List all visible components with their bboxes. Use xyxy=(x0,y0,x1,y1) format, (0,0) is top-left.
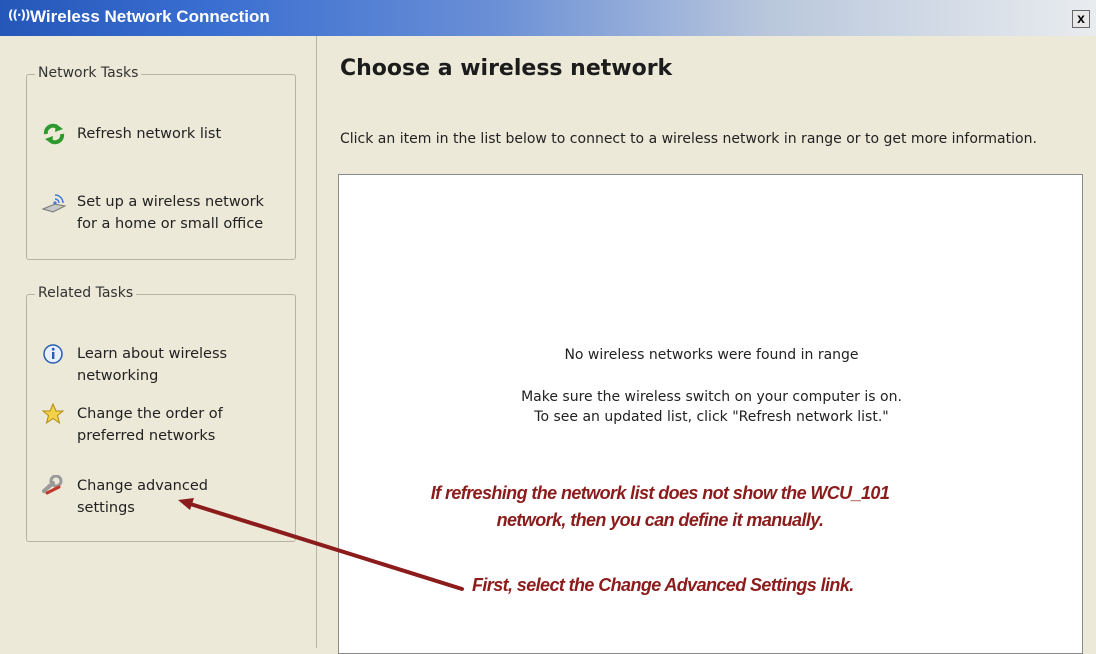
annotation-arrow xyxy=(178,498,464,591)
